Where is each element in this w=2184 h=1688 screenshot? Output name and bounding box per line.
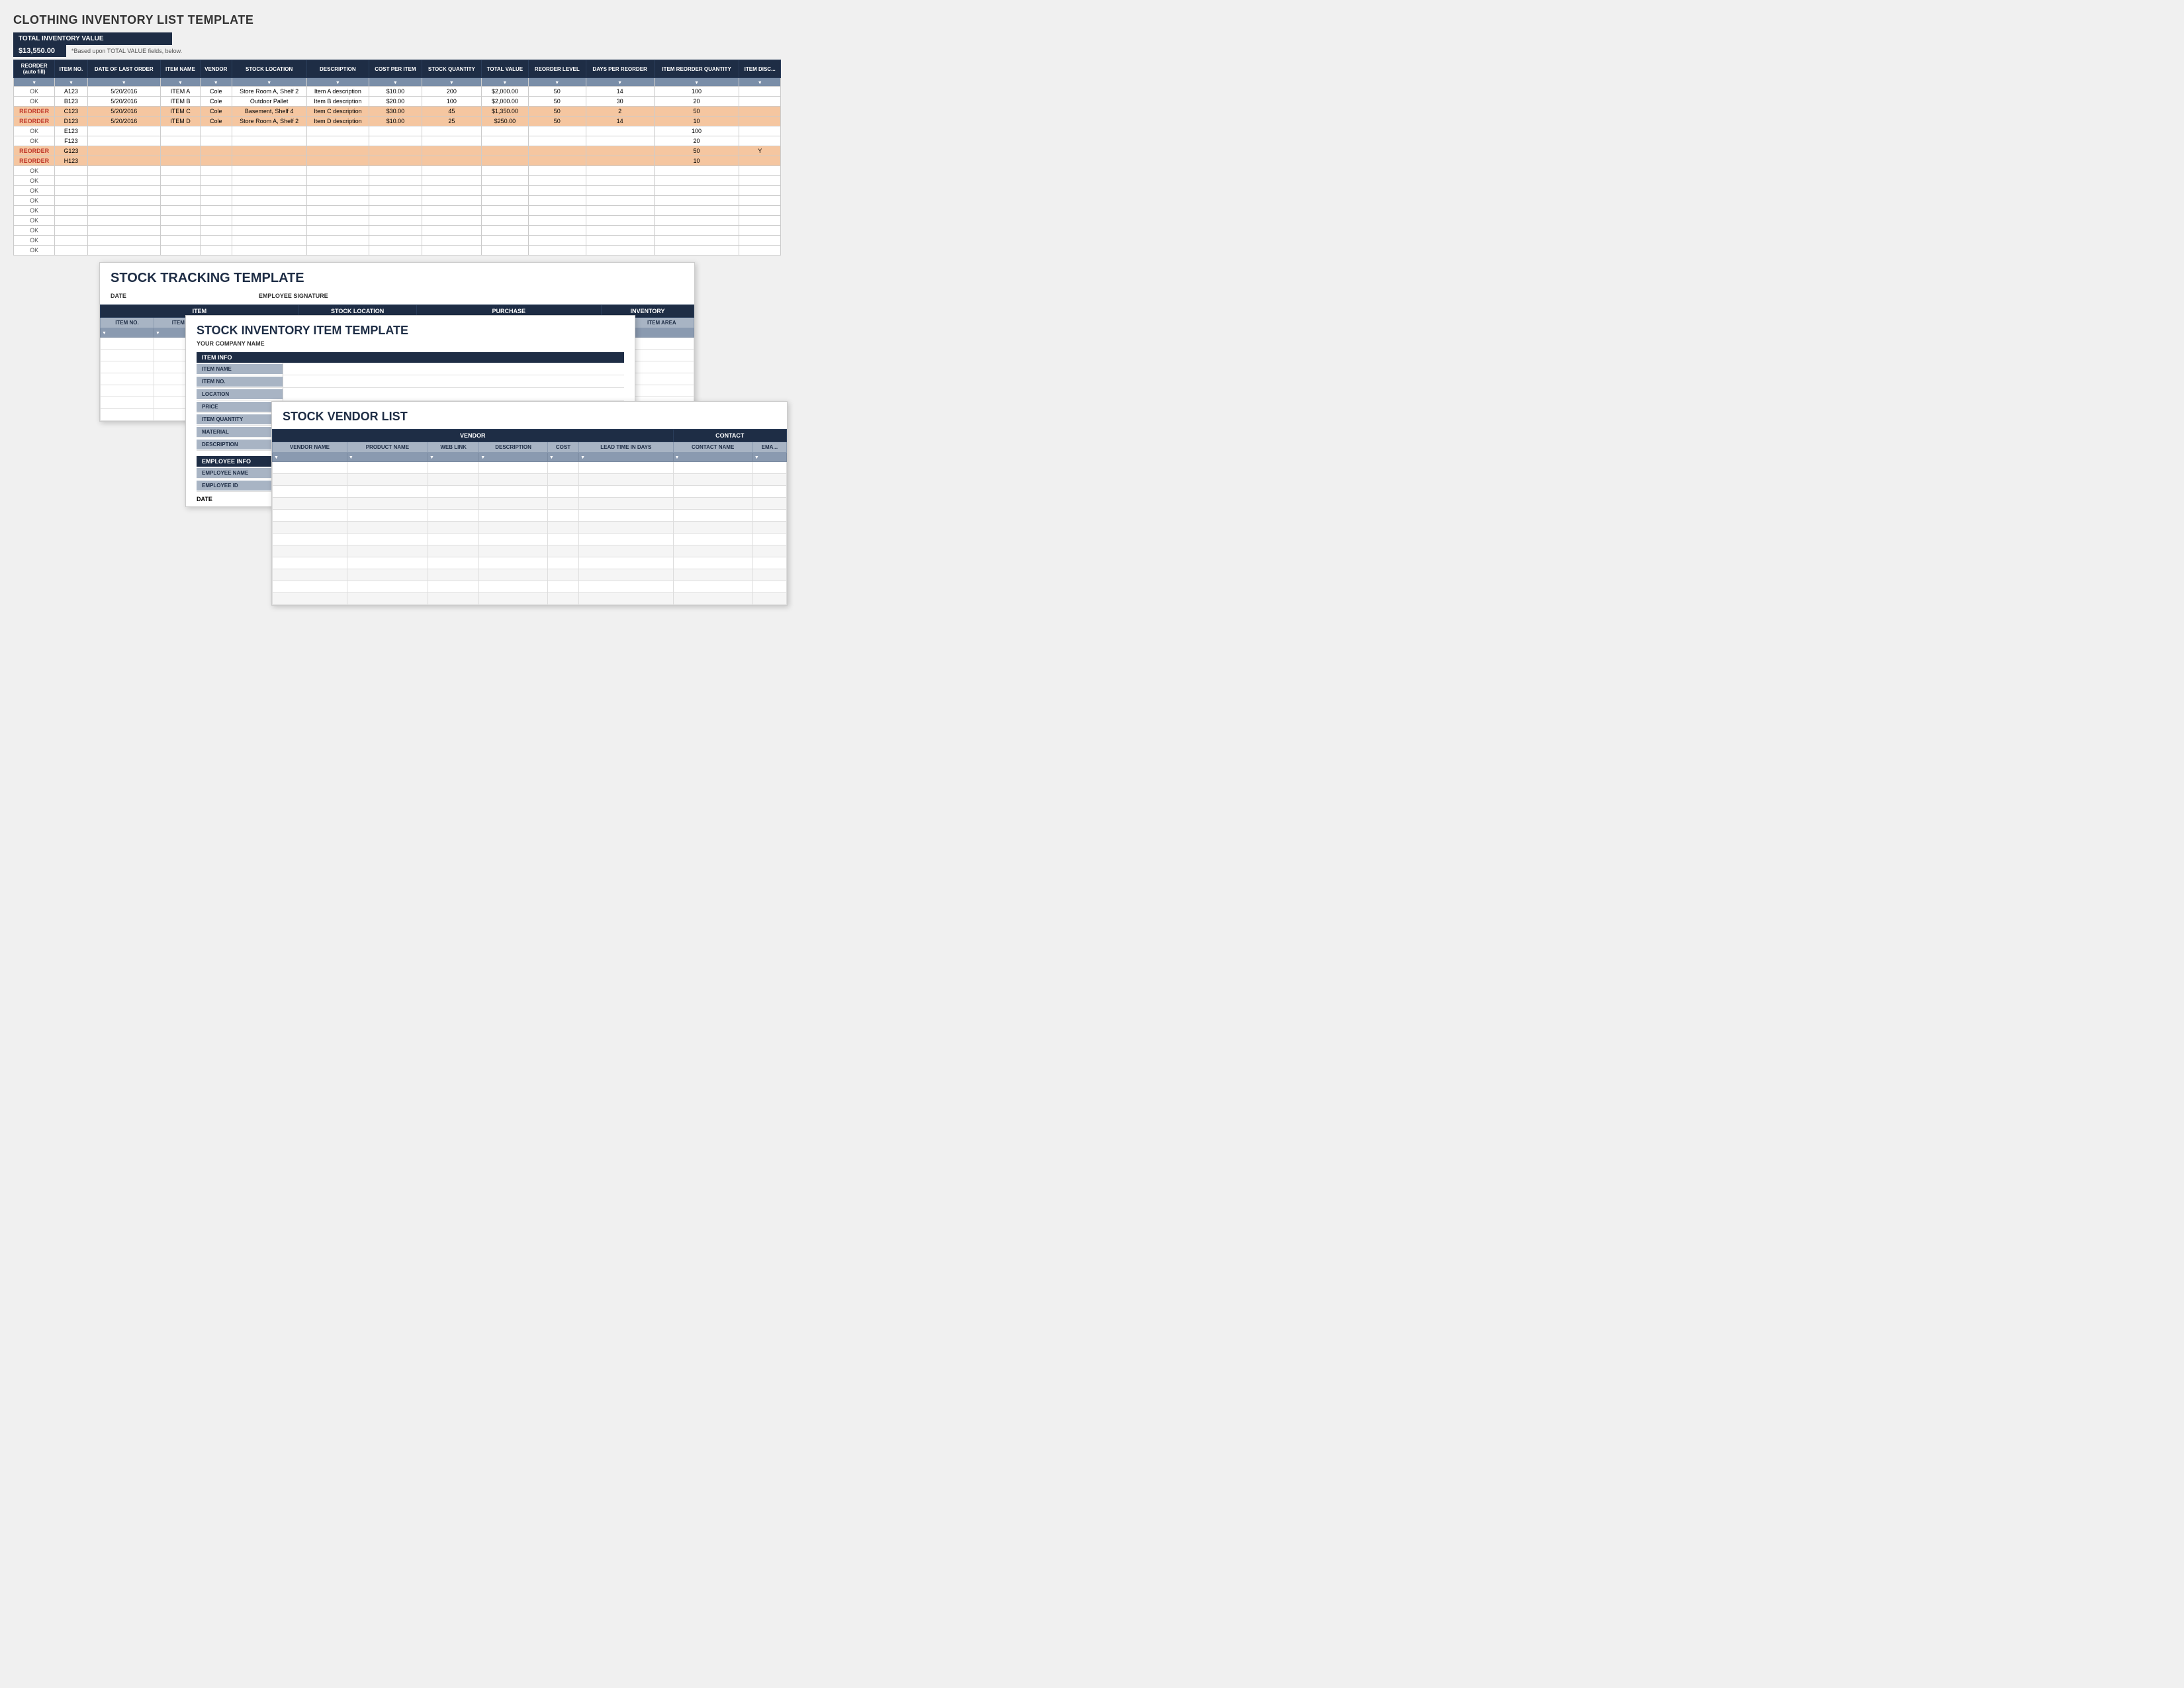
th-desc: DESCRIPTION: [479, 442, 548, 453]
table-row: OK: [14, 186, 781, 196]
col-header-stock-location: STOCK LOCATION: [232, 60, 306, 78]
templates-area: STOCK TRACKING TEMPLATE DATE EMPLOYEE SI…: [13, 262, 781, 646]
stock-vendor-list-template: STOCK VENDOR LIST VENDOR CONTACT VENDOR …: [271, 401, 788, 606]
th-cost: COST: [547, 442, 578, 453]
col-header-item-name: ITEM NAME: [161, 60, 201, 78]
total-inventory-label-bar: TOTAL INVENTORY VALUE: [13, 32, 172, 45]
th-contact-name: CONTACT NAME: [673, 442, 752, 453]
sii-company: YOUR COMPANY NAME: [186, 340, 635, 352]
th-vendor-name: VENDOR NAME: [273, 442, 347, 453]
total-inventory-section: TOTAL INVENTORY VALUE $13,550.00 *Based …: [13, 32, 781, 57]
table-row: REORDERG12350Y: [14, 146, 781, 156]
col-header-vendor: VENDOR: [200, 60, 232, 78]
table-row: OK: [14, 176, 781, 186]
col-header-reorder-qty: ITEM REORDER QUANTITY: [654, 60, 739, 78]
stock-tracking-title: STOCK TRACKING TEMPLATE: [100, 263, 694, 290]
col-header-date: DATE OF LAST ORDER: [87, 60, 161, 78]
table-row: OKA1235/20/2016ITEM AColeStore Room A, S…: [14, 87, 781, 97]
col-header-days: DAYS PER REORDER: [586, 60, 654, 78]
table-row: OKF12320: [14, 136, 781, 146]
sii-field-item-no: ITEM NO.: [197, 375, 624, 388]
th-product-name: PRODUCT NAME: [347, 442, 428, 453]
inventory-table: REORDER(auto fill) ITEM NO. DATE OF LAST…: [13, 60, 781, 256]
table-row: OK: [14, 216, 781, 226]
table-row: OKB1235/20/2016ITEM BColeOutdoor PalletI…: [14, 97, 781, 107]
total-inventory-value: $13,550.00: [13, 45, 66, 57]
table-row: OK: [14, 226, 781, 236]
col-header-cost: COST PER ITEM: [369, 60, 422, 78]
col-header-description: DESCRIPTION: [306, 60, 369, 78]
sii-title: STOCK INVENTORY ITEM TEMPLATE: [186, 316, 635, 340]
table-row: REORDERD1235/20/2016ITEM DColeStore Room…: [14, 117, 781, 126]
table-row: OKE123100: [14, 126, 781, 136]
page-title: CLOTHING INVENTORY LIST TEMPLATE: [13, 13, 781, 27]
table-row: REORDERH12310: [14, 156, 781, 166]
vendor-table: VENDOR CONTACT VENDOR NAME PRODUCT NAME …: [272, 429, 787, 605]
table-row: OK: [14, 206, 781, 216]
svl-title: STOCK VENDOR LIST: [272, 402, 787, 429]
table-row: REORDERC1235/20/2016ITEM CColeBasement, …: [14, 107, 781, 117]
sii-field-item-name: ITEM NAME: [197, 363, 624, 375]
signature-label: EMPLOYEE SIGNATURE: [259, 293, 328, 299]
th-email: EMA...: [752, 442, 786, 453]
th-item-area: ITEM AREA: [629, 318, 694, 328]
date-label: DATE: [111, 293, 126, 299]
group-contact: CONTACT: [673, 430, 786, 442]
group-vendor: VENDOR: [273, 430, 674, 442]
col-header-total-value: TOTAL VALUE: [481, 60, 528, 78]
col-header-disc: ITEM DISC...: [739, 60, 781, 78]
sii-item-info-header: ITEM INFO: [197, 352, 624, 363]
col-header-item-no: ITEM NO.: [55, 60, 87, 78]
th-web-link: WEB LINK: [428, 442, 478, 453]
th-lead-time: LEAD TIME IN DAYS: [579, 442, 673, 453]
total-inventory-note: *Based upon TOTAL VALUE fields, below.: [66, 48, 182, 54]
table-row: OK: [14, 166, 781, 176]
sii-field-location: LOCATION: [197, 388, 624, 400]
col-header-reorder-level: REORDER LEVEL: [528, 60, 586, 78]
table-row: OK: [14, 236, 781, 246]
table-row: OK: [14, 246, 781, 256]
table-row: OK: [14, 196, 781, 206]
col-header-stock-qty: STOCK QUANTITY: [422, 60, 481, 78]
th-item-no: ITEM NO.: [101, 318, 154, 328]
col-header-reorder: REORDER(auto fill): [14, 60, 55, 78]
